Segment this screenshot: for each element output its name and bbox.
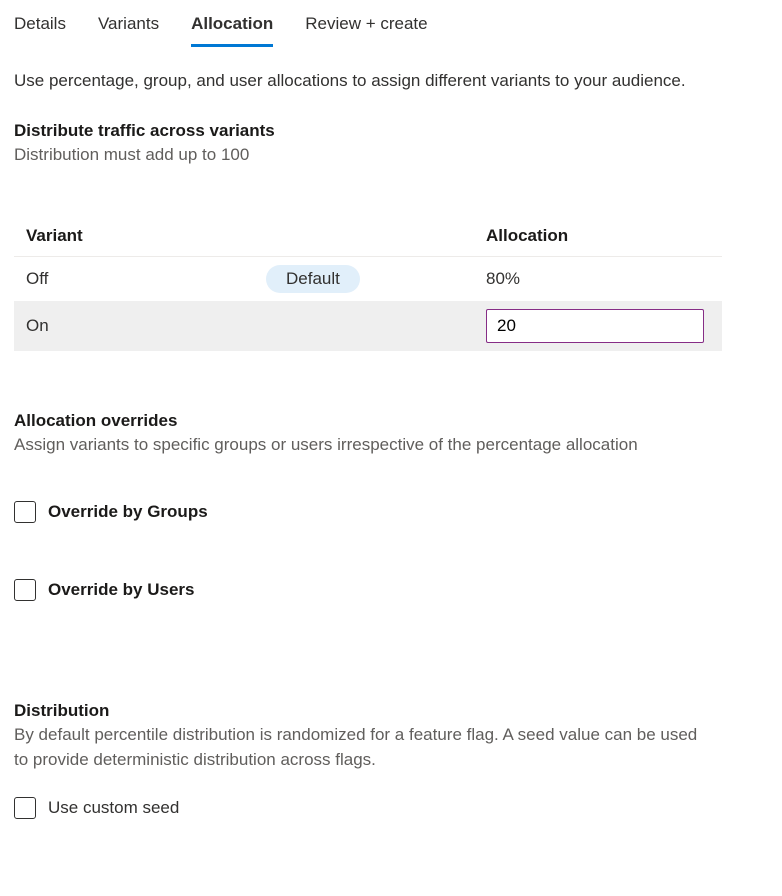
variant-badge-cell: Default <box>266 265 486 293</box>
distribute-section: Distribute traffic across variants Distr… <box>14 121 768 168</box>
default-badge: Default <box>266 265 360 293</box>
table-row: On <box>14 301 722 351</box>
custom-seed-row: Use custom seed <box>14 797 768 819</box>
variant-name: Off <box>26 269 266 289</box>
overrides-title: Allocation overrides <box>14 411 768 431</box>
tab-review-create[interactable]: Review + create <box>305 8 427 47</box>
col-header-allocation: Allocation <box>486 226 710 246</box>
override-by-groups-label: Override by Groups <box>48 502 208 522</box>
distribute-title: Distribute traffic across variants <box>14 121 768 141</box>
distribution-title: Distribution <box>14 701 768 721</box>
override-by-groups-row: Override by Groups <box>14 501 768 523</box>
tab-allocation[interactable]: Allocation <box>191 8 273 47</box>
tab-variants[interactable]: Variants <box>98 8 159 47</box>
allocation-input-cell <box>486 309 710 343</box>
table-row: Off Default 80% <box>14 257 722 301</box>
override-by-users-checkbox[interactable] <box>14 579 36 601</box>
allocation-input[interactable] <box>486 309 704 343</box>
col-header-variant: Variant <box>26 226 266 246</box>
override-by-users-label: Override by Users <box>48 580 194 600</box>
overrides-section: Allocation overrides Assign variants to … <box>14 411 768 602</box>
tabs-bar: Details Variants Allocation Review + cre… <box>0 0 782 47</box>
override-by-users-row: Override by Users <box>14 579 768 601</box>
override-by-groups-checkbox[interactable] <box>14 501 36 523</box>
overrides-subtitle: Assign variants to specific groups or us… <box>14 433 714 458</box>
tab-details[interactable]: Details <box>14 8 66 47</box>
allocation-value: 80% <box>486 269 710 289</box>
custom-seed-checkbox[interactable] <box>14 797 36 819</box>
intro-text: Use percentage, group, and user allocati… <box>14 71 768 91</box>
custom-seed-label: Use custom seed <box>48 798 179 818</box>
distribute-subtitle: Distribution must add up to 100 <box>14 143 714 168</box>
distribution-subtitle: By default percentile distribution is ra… <box>14 723 714 772</box>
variant-name: On <box>26 316 266 336</box>
variants-table: Variant Allocation Off Default 80% On <box>14 216 722 351</box>
distribution-section: Distribution By default percentile distr… <box>14 701 768 818</box>
col-header-spacer <box>266 226 486 246</box>
variants-table-head: Variant Allocation <box>14 216 722 257</box>
tab-content: Use percentage, group, and user allocati… <box>0 47 782 819</box>
